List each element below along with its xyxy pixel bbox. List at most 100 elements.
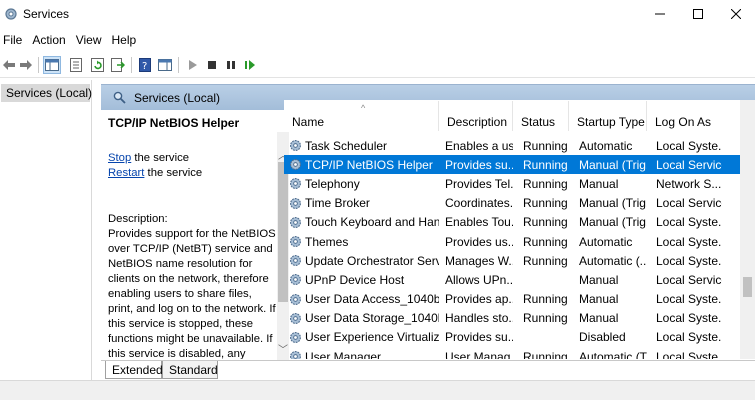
- service-startup-type: Manual: [579, 311, 619, 326]
- service-logon-as: Local Syste...: [656, 215, 722, 230]
- toolbar-separator: [178, 57, 179, 73]
- service-name: Task Scheduler: [305, 138, 388, 153]
- service-row[interactable]: User Data Storage_1040b03 Handles sto... R…: [284, 309, 755, 328]
- service-name: User Experience Virtualizati...: [305, 330, 439, 345]
- close-button[interactable]: [716, 0, 755, 28]
- forward-button[interactable]: [17, 56, 35, 74]
- service-logon-as: Local Syste...: [656, 311, 722, 326]
- service-logon-as: Local Syste...: [656, 234, 722, 249]
- service-logon-as: Local Syste...: [656, 349, 722, 359]
- maximize-button[interactable]: [678, 0, 718, 28]
- maximize-icon: [693, 9, 703, 19]
- stop-service-button[interactable]: [203, 56, 221, 74]
- minimize-button[interactable]: [640, 0, 680, 28]
- help-button[interactable]: ?: [136, 56, 154, 74]
- list-scrollbar[interactable]: [740, 100, 755, 359]
- service-name-cell: Touch Keyboard and Hand...: [284, 215, 439, 229]
- description-text: Provides support for the NetBIOS over TC…: [108, 228, 276, 359]
- pause-service-button[interactable]: [222, 56, 240, 74]
- restart-service-button[interactable]: [241, 56, 259, 74]
- service-startup-type: Manual: [579, 292, 619, 307]
- tab-extended[interactable]: Extended: [105, 361, 163, 379]
- column-label: Startup Type: [577, 115, 645, 129]
- service-name: User Manager: [305, 349, 382, 359]
- service-row[interactable]: User Data Access_1040b03 Provides ap... Ru…: [284, 290, 755, 309]
- service-row[interactable]: TCP/IP NetBIOS Helper Provides su... Runni…: [284, 155, 755, 175]
- service-gear-icon: [289, 331, 302, 344]
- column-header-description[interactable]: Description: [439, 101, 513, 131]
- service-name: User Data Access_1040b03: [305, 292, 439, 307]
- service-row[interactable]: Update Orchestrator Service Manages W... R…: [284, 251, 755, 270]
- service-description: Provides Tel...: [445, 176, 513, 191]
- service-status: Running: [523, 138, 568, 153]
- column-label: Name: [292, 115, 325, 129]
- refresh-button[interactable]: [89, 56, 107, 74]
- service-status: Running: [523, 215, 568, 230]
- menu-file[interactable]: File: [0, 30, 29, 50]
- status-bar: [0, 380, 755, 400]
- stop-service-link[interactable]: Stop: [108, 152, 131, 164]
- stop-link-suffix: the service: [131, 152, 190, 164]
- column-header-status[interactable]: Status: [513, 101, 569, 131]
- tree-item-services-local[interactable]: Services (Local): [1, 84, 93, 102]
- service-row[interactable]: Telephony Provides Tel... Running Manual Net…: [284, 174, 755, 193]
- service-status: Running: [523, 157, 568, 172]
- service-logon-as: Local Syste...: [656, 292, 722, 307]
- minimize-icon: [655, 13, 665, 15]
- svg-text:?: ?: [142, 61, 147, 72]
- toolbar-separator: [131, 57, 132, 73]
- tab-standard[interactable]: Standard: [162, 361, 218, 379]
- service-startup-type: Manual (Trig...: [579, 157, 647, 172]
- service-row[interactable]: Themes Provides us... Running Automatic Loca…: [284, 232, 755, 251]
- service-row[interactable]: Touch Keyboard and Hand... Enables Tou...…: [284, 213, 755, 232]
- service-name-cell: Themes: [284, 235, 439, 249]
- service-status: Running: [523, 253, 568, 268]
- column-header-name[interactable]: ^ Name: [284, 101, 439, 131]
- action-pane-icon: [158, 59, 172, 71]
- column-label: Description: [447, 115, 508, 129]
- properties-button[interactable]: [67, 56, 85, 74]
- service-row[interactable]: Time Broker Coordinates... Running Manual (…: [284, 194, 755, 213]
- menu-view[interactable]: View: [73, 30, 109, 50]
- back-button[interactable]: [0, 56, 18, 74]
- service-row[interactable]: Task Scheduler Enables a us... Running Auto…: [284, 136, 755, 155]
- pane-header-title: Services (Local): [134, 90, 221, 105]
- menu-action[interactable]: Action: [29, 30, 72, 50]
- service-description: Enables a us...: [445, 138, 513, 153]
- toolbar: ?: [0, 52, 755, 78]
- pause-icon: [227, 61, 235, 69]
- services-list: ^ Name Description Status Startup Type L…: [284, 100, 755, 359]
- scrollbar-thumb[interactable]: [743, 277, 752, 297]
- service-row[interactable]: User Experience Virtualizati... Provides …: [284, 328, 755, 347]
- service-logon-as: Local Service: [656, 272, 722, 287]
- service-row[interactable]: UPnP Device Host Allows UPn... Manual Local…: [284, 270, 755, 289]
- services-pane: Services (Local) TCP/IP NetBIOS Helper S…: [101, 84, 755, 380]
- service-gear-icon: [289, 139, 302, 152]
- service-name: Touch Keyboard and Hand...: [305, 215, 439, 230]
- show-console-tree-button[interactable]: [43, 56, 61, 74]
- column-label: Log On As: [655, 115, 712, 129]
- forward-arrow-icon: [20, 60, 32, 70]
- service-description: Manages W...: [445, 253, 513, 268]
- start-service-button[interactable]: [184, 56, 202, 74]
- service-description: Provides su...: [445, 157, 513, 172]
- restart-service-link[interactable]: Restart: [108, 167, 144, 179]
- service-description: Enables Tou...: [445, 215, 513, 230]
- service-gear-icon: [289, 273, 302, 286]
- tree-item-label: Services (Local): [6, 86, 93, 100]
- service-row[interactable]: User Manager User Manag... Running Automati…: [284, 347, 755, 359]
- service-name: TCP/IP NetBIOS Helper: [305, 157, 433, 172]
- restart-icon: [245, 60, 255, 70]
- title-bar: Services: [0, 0, 755, 30]
- export-list-button[interactable]: [109, 56, 127, 74]
- service-description: Handles sto...: [445, 311, 513, 326]
- column-header-logon-as[interactable]: Log On As: [647, 101, 755, 131]
- menu-help[interactable]: Help: [109, 30, 144, 50]
- service-description: Provides su...: [445, 330, 513, 345]
- service-gear-icon: [289, 216, 302, 229]
- export-list-icon: [111, 58, 125, 72]
- column-header-startup-type[interactable]: Startup Type: [569, 101, 647, 131]
- service-description: User Manag...: [445, 349, 513, 359]
- detail-description: Description: Provides support for the Ne…: [108, 212, 276, 359]
- show-action-pane-button[interactable]: [156, 56, 174, 74]
